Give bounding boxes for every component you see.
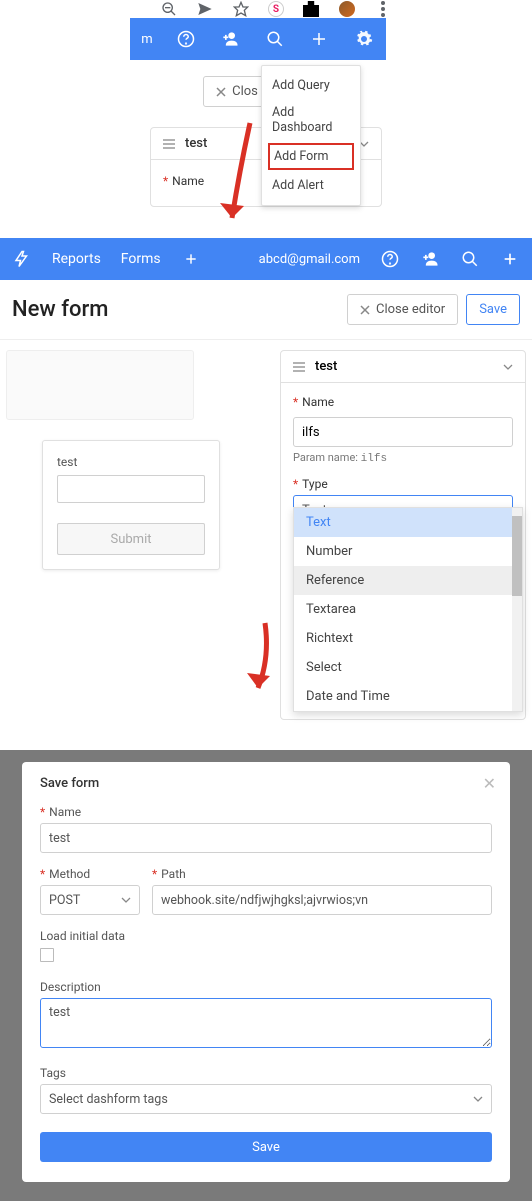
tags-label: Tags [40,1066,492,1080]
extensions-icon[interactable] [302,0,320,18]
preview-placeholder [6,350,194,420]
page-title: New form [12,297,108,322]
close-editor-button[interactable]: Close editor [347,294,458,325]
tags-select[interactable]: Select dashform tags [40,1084,492,1114]
option-text[interactable]: Text [294,508,522,537]
description-textarea[interactable]: test [40,998,492,1048]
logo-icon[interactable] [12,249,32,269]
search-icon[interactable] [264,28,286,50]
option-reference[interactable]: Reference [294,566,522,595]
properties-panel: test *Name Param name: ilfs *Type Text T… [280,350,526,720]
modal-title: Save form [40,776,492,791]
param-name: Param name: ilfs [293,451,513,465]
person-add-icon[interactable] [420,249,440,269]
add-icon[interactable] [308,28,330,50]
close-editor-label: Close editor [376,302,445,317]
menu-add-dashboard[interactable]: Add Dashboard [262,99,360,141]
user-email[interactable]: abcd@gmail.com [259,252,360,267]
help-icon[interactable] [380,249,400,269]
modal-name-label: *Name [40,805,492,819]
chevron-down-icon [473,1096,483,1102]
add-icon[interactable] [500,249,520,269]
submit-button[interactable]: Submit [57,523,205,555]
form-preview: test Submit [6,350,274,720]
drag-icon[interactable] [293,362,305,372]
name-input[interactable] [293,417,513,447]
load-initial-label: Load initial data [40,929,492,943]
gear-icon[interactable] [353,28,375,50]
modal-path-input[interactable] [152,885,492,915]
type-label: *Type [293,477,513,491]
top-app-bar: m [130,18,386,60]
nav-forms[interactable]: Forms [121,251,161,267]
nav-add-icon[interactable] [181,249,201,269]
close-icon [360,305,370,315]
props-title: test [315,359,337,374]
extension-s-icon[interactable]: S [268,1,284,17]
preview-field-input[interactable] [57,475,205,503]
form-card: test Submit [42,440,220,570]
chevron-down-icon[interactable] [503,364,513,370]
tags-placeholder: Select dashform tags [49,1092,168,1107]
zoom-out-icon[interactable] [160,0,178,18]
method-value: POST [49,893,80,908]
menu-add-form[interactable]: Add Form [268,143,354,170]
star-icon[interactable] [232,0,250,18]
preview-field-label: test [57,455,205,469]
type-dropdown: Text Number Reference Textarea Richtext … [293,507,523,712]
option-select[interactable]: Select [294,653,522,682]
menu-add-alert[interactable]: Add Alert [262,172,360,199]
menu-add-query[interactable]: Add Query [262,72,360,99]
option-textarea[interactable]: Textarea [294,595,522,624]
modal-name-input[interactable] [40,823,492,853]
modal-method-select[interactable]: POST [40,885,140,915]
modal-close-icon[interactable]: ✕ [483,774,496,793]
load-initial-checkbox[interactable] [40,948,54,962]
description-label: Description [40,980,492,994]
chevron-down-icon [121,897,131,903]
browser-toolbar: S [0,0,532,18]
nav-reports[interactable]: Reports [52,251,101,267]
send-icon[interactable] [196,0,214,18]
close-label: Clos [232,84,258,99]
dropdown-scrollbar[interactable] [512,508,522,711]
panel-title: test [185,136,207,151]
option-number[interactable]: Number [294,537,522,566]
help-icon[interactable] [175,28,197,50]
person-add-icon[interactable] [219,28,241,50]
kebab-menu-icon[interactable] [374,0,392,18]
add-menu: Add Query Add Dashboard Add Form Add Ale… [261,65,361,206]
app-bar-text: m [141,32,152,47]
drag-icon[interactable] [163,139,175,149]
modal-path-label: *Path [152,867,492,881]
app-bar: Reports Forms abcd@gmail.com [0,238,532,280]
option-richtext[interactable]: Richtext [294,624,522,653]
modal-save-button[interactable]: Save [40,1132,492,1162]
save-button[interactable]: Save [466,294,520,325]
option-datetime[interactable]: Date and Time [294,682,522,711]
search-icon[interactable] [460,249,480,269]
name-label: *Name [293,395,513,409]
modal-method-label: *Method [40,867,140,881]
profile-avatar[interactable] [338,0,356,18]
close-icon [216,87,226,97]
save-form-modal: Save form ✕ *Name *Method POST *Path Loa… [22,762,510,1182]
